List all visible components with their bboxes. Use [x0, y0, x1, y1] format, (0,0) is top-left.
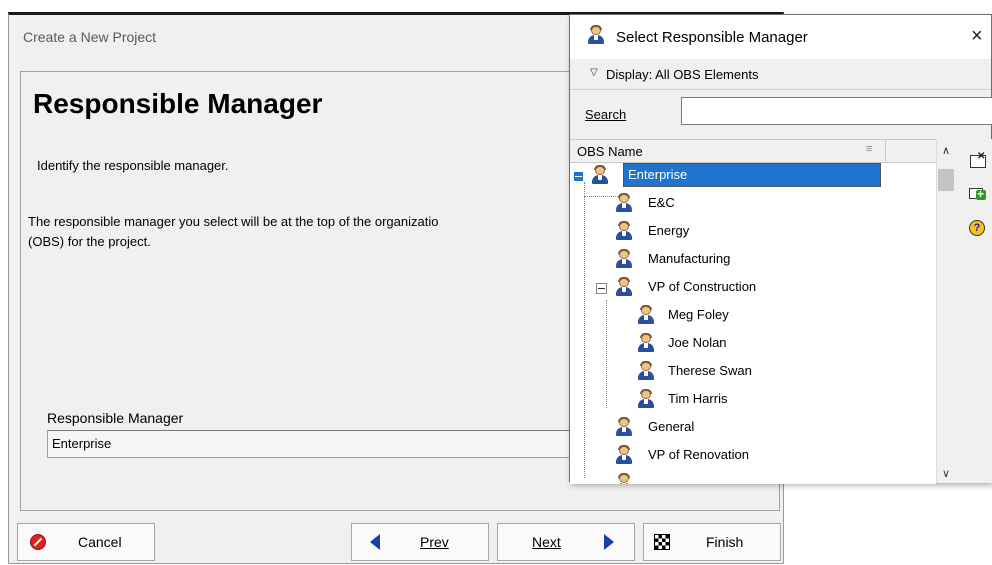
add-icon[interactable] [968, 185, 986, 203]
manager-icon [614, 417, 634, 437]
obs-tree-grid: OBS Name ≡ Enterprise E&C Energy Manufac… [570, 139, 936, 484]
delete-icon[interactable]: ✕ [968, 151, 986, 169]
tree-row-therese-swan[interactable]: Therese Swan [570, 358, 886, 386]
tree-row-meg-foley[interactable]: Meg Foley [570, 302, 886, 330]
tree-row-label: Tim Harris [668, 391, 728, 406]
manager-icon [614, 249, 634, 269]
tree-row-vp-of-renovation[interactable]: VP of Renovation [570, 442, 886, 470]
prev-button[interactable]: Prev [351, 523, 489, 561]
tree-row-manufacturing[interactable]: Manufacturing [570, 246, 886, 274]
dialog-title-bar: Select Responsible Manager × [570, 15, 991, 59]
manager-icon [614, 193, 634, 213]
finish-button-label: Finish [706, 534, 744, 550]
tree-row-ec[interactable]: E&C [570, 190, 886, 218]
wizard-button-bar: Cancel Prev Next Finish [9, 519, 783, 565]
wizard-title: Create a New Project [23, 29, 157, 45]
description-line-2: (OBS) for the project. [28, 234, 151, 249]
manager-icon [590, 165, 610, 185]
collapse-icon[interactable] [596, 283, 607, 294]
tree-row-label: General [648, 419, 695, 434]
manager-icon [614, 221, 634, 241]
column-filter-icon[interactable]: ≡ [866, 143, 872, 155]
scroll-up-icon[interactable]: ∧ [942, 144, 950, 157]
tree-row-vp-of-construction[interactable]: VP of Construction [570, 274, 886, 302]
tree-row-label: Therese Swan [668, 363, 752, 378]
tree-row-energy[interactable]: Energy [570, 218, 886, 246]
tree-row-tim-harris[interactable]: Tim Harris [570, 386, 886, 414]
scrollbar-thumb[interactable] [938, 169, 954, 191]
manager-icon [614, 445, 634, 465]
prev-button-label: Prev [420, 534, 449, 550]
tree-row-label: VP of Renovation [648, 447, 749, 462]
description-line-1: The responsible manager you select will … [28, 214, 439, 229]
tree-row-general[interactable]: General [570, 414, 886, 442]
next-button[interactable]: Next [497, 523, 635, 561]
search-input[interactable] [681, 97, 992, 125]
tree-row-label: VP of Construction [648, 279, 757, 294]
search-label: Search [585, 107, 627, 122]
manager-icon [586, 25, 606, 45]
display-filter[interactable]: ▽ Display: All OBS Elements [570, 59, 991, 90]
tree-row-label: Energy [648, 223, 690, 238]
tree-row-enterprise[interactable]: Enterprise [570, 162, 886, 190]
obs-name-column-header[interactable]: OBS Name ≡ [570, 140, 886, 162]
tree-row-label: Joe Nolan [668, 335, 727, 350]
arrow-left-icon [370, 534, 380, 550]
tree-row-label: Manufacturing [648, 251, 731, 266]
instruction-text: Identify the responsible manager. [37, 158, 229, 173]
select-responsible-manager-dialog: Select Responsible Manager × ▽ Display: … [569, 14, 992, 484]
manager-icon [636, 333, 656, 353]
display-filter-label: Display: All OBS Elements [606, 67, 759, 82]
tree-scrollbar[interactable]: ∧ ∨ [936, 139, 957, 483]
cancel-button[interactable]: Cancel [17, 523, 155, 561]
responsible-manager-label: Responsible Manager [47, 410, 184, 426]
obs-name-header-label: OBS Name [577, 144, 643, 159]
next-button-label: Next [532, 534, 561, 550]
tree-row-label: E&C [648, 195, 675, 210]
tree-row-label: Enterprise [628, 167, 688, 182]
dialog-side-toolbar: ✕ ? [956, 139, 992, 483]
tree-row-partial[interactable] [570, 470, 886, 484]
tree-row-label: Meg Foley [668, 307, 729, 322]
finish-flag-icon [654, 534, 670, 550]
arrow-right-icon [604, 534, 614, 550]
help-icon[interactable]: ? [968, 219, 986, 237]
tree-row-joe-nolan[interactable]: Joe Nolan [570, 330, 886, 358]
manager-icon [614, 277, 634, 297]
close-icon[interactable]: × [971, 25, 992, 48]
dialog-title: Select Responsible Manager [616, 29, 808, 46]
chevron-down-icon: ▽ [590, 67, 598, 78]
manager-icon [636, 305, 656, 325]
manager-icon [614, 473, 634, 484]
grid-header: OBS Name ≡ [570, 140, 936, 163]
scroll-down-icon[interactable]: ∨ [942, 467, 950, 480]
finish-button[interactable]: Finish [643, 523, 781, 561]
manager-icon [636, 389, 656, 409]
cancel-button-label: Cancel [78, 534, 122, 550]
cancel-icon [30, 534, 46, 550]
dialog-body: ▽ Display: All OBS Elements Search OBS N… [570, 59, 992, 484]
description-text: The responsible manager you select will … [28, 212, 573, 252]
page-heading: Responsible Manager [33, 88, 323, 119]
collapse-icon[interactable] [573, 171, 584, 182]
manager-icon [636, 361, 656, 381]
